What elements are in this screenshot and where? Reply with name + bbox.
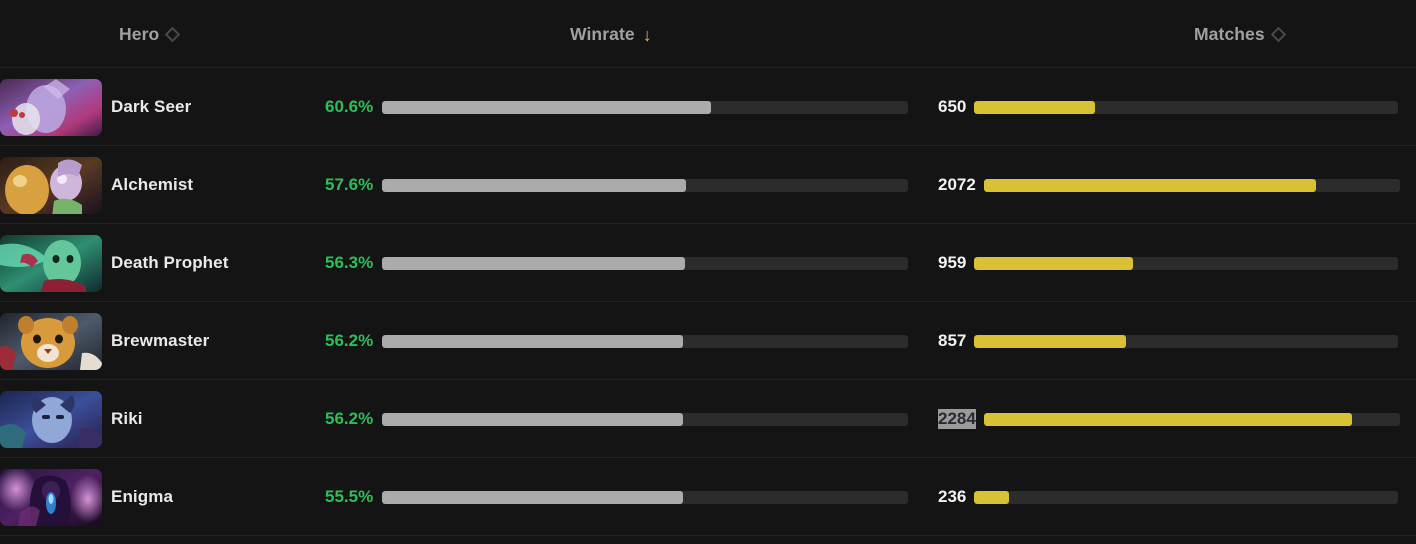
alchemist-portrait[interactable] xyxy=(0,156,102,214)
matches-bar-track xyxy=(974,334,1399,348)
table-row[interactable]: Death Prophet 56.3% 959 xyxy=(0,224,1416,302)
hero-cell[interactable]: Enigma xyxy=(0,458,173,536)
riki-portrait[interactable] xyxy=(0,390,102,448)
winrate-bar-fill xyxy=(382,412,684,426)
winrate-bar-track xyxy=(382,100,908,114)
brewmaster-portrait[interactable] xyxy=(0,312,102,370)
matches-value: 2284 xyxy=(938,409,976,429)
hero-cell[interactable]: Riki xyxy=(0,380,143,458)
winrate-value: 55.5% xyxy=(325,487,374,506)
hero-name: Death Prophet xyxy=(111,253,229,272)
column-header-winrate-label: Winrate xyxy=(570,23,635,44)
column-header-matches[interactable]: Matches xyxy=(1194,0,1287,68)
matches-cell: 959 xyxy=(938,224,1399,302)
matches-value: 2072 xyxy=(938,175,976,194)
hero-cell[interactable]: Death Prophet xyxy=(0,224,228,302)
winrate-value: 56.2% xyxy=(325,409,374,428)
matches-bar-fill xyxy=(974,490,1010,504)
matches-bar-fill xyxy=(974,100,1096,114)
table-body: Dark Seer 60.6% 650 Alchemist 57.6% 2072 Dea… xyxy=(0,68,1416,536)
sort-diamond-icon[interactable] xyxy=(1270,26,1287,42)
matches-bar-track xyxy=(974,100,1399,114)
winrate-bar-fill xyxy=(382,178,687,192)
winrate-value: 56.3% xyxy=(325,253,374,272)
column-header-hero[interactable]: Hero xyxy=(119,0,181,68)
hero-cell[interactable]: Alchemist xyxy=(0,146,193,224)
winrate-bar-fill xyxy=(382,100,711,114)
winrate-value: 60.6% xyxy=(325,97,374,116)
matches-cell: 236 xyxy=(938,458,1399,536)
dark-seer-portrait[interactable] xyxy=(0,78,102,136)
column-header-matches-label: Matches xyxy=(1194,23,1265,44)
column-header-hero-label: Hero xyxy=(119,23,160,44)
table-row[interactable]: Alchemist 57.6% 2072 xyxy=(0,146,1416,224)
sort-diamond-icon[interactable] xyxy=(165,26,181,42)
matches-cell: 2072 xyxy=(938,146,1400,224)
matches-value: 650 xyxy=(938,97,967,116)
winrate-value: 56.2% xyxy=(325,331,374,350)
hero-stats-table: Hero Winrate ↓ Matches Dark Seer 60.6% 650… xyxy=(0,0,1416,544)
winrate-cell: 56.2% xyxy=(325,302,908,380)
matches-bar-fill xyxy=(983,412,1352,426)
winrate-bar-track xyxy=(382,256,908,270)
winrate-bar-track xyxy=(382,178,908,192)
winrate-bar-fill xyxy=(382,490,684,504)
hero-name: Brewmaster xyxy=(111,331,210,350)
death-prophet-portrait[interactable] xyxy=(0,234,102,292)
winrate-bar-fill xyxy=(382,334,684,348)
hero-name: Dark Seer xyxy=(111,97,192,116)
winrate-cell: 60.6% xyxy=(325,68,908,146)
winrate-bar-fill xyxy=(382,256,685,270)
sort-arrow-down-icon[interactable]: ↓ xyxy=(643,26,652,44)
enigma-portrait[interactable] xyxy=(0,468,102,526)
matches-cell: 650 xyxy=(938,68,1399,146)
winrate-bar-track xyxy=(382,412,908,426)
matches-bar-track xyxy=(983,178,1400,192)
column-header-winrate[interactable]: Winrate ↓ xyxy=(570,0,652,68)
matches-value: 236 xyxy=(938,487,967,506)
hero-cell[interactable]: Dark Seer xyxy=(0,68,191,146)
matches-bar-track xyxy=(983,412,1400,426)
matches-bar-fill xyxy=(974,256,1133,270)
winrate-cell: 57.6% xyxy=(325,146,908,224)
matches-value: 857 xyxy=(938,331,967,350)
hero-name: Enigma xyxy=(111,487,174,506)
winrate-value: 57.6% xyxy=(325,175,374,194)
winrate-cell: 56.3% xyxy=(325,224,908,302)
winrate-cell: 56.2% xyxy=(325,380,908,458)
matches-cell: 2284 xyxy=(938,380,1400,458)
winrate-bar-track xyxy=(382,490,908,504)
matches-bar-track xyxy=(974,256,1399,270)
table-row[interactable]: Brewmaster 56.2% 857 xyxy=(0,302,1416,380)
table-header-row: Hero Winrate ↓ Matches xyxy=(0,0,1416,68)
hero-name: Alchemist xyxy=(111,175,194,194)
winrate-cell: 55.5% xyxy=(325,458,908,536)
matches-bar-fill xyxy=(983,178,1317,192)
hero-cell[interactable]: Brewmaster xyxy=(0,302,209,380)
matches-cell: 857 xyxy=(938,302,1399,380)
hero-name: Riki xyxy=(111,409,143,428)
table-row[interactable]: Dark Seer 60.6% 650 xyxy=(0,68,1416,146)
winrate-bar-track xyxy=(382,334,908,348)
table-row[interactable]: Riki 56.2% 2284 xyxy=(0,380,1416,458)
matches-bar-fill xyxy=(974,334,1127,348)
matches-value: 959 xyxy=(938,253,967,272)
matches-bar-track xyxy=(974,490,1399,504)
table-row[interactable]: Enigma 55.5% 236 xyxy=(0,458,1416,536)
